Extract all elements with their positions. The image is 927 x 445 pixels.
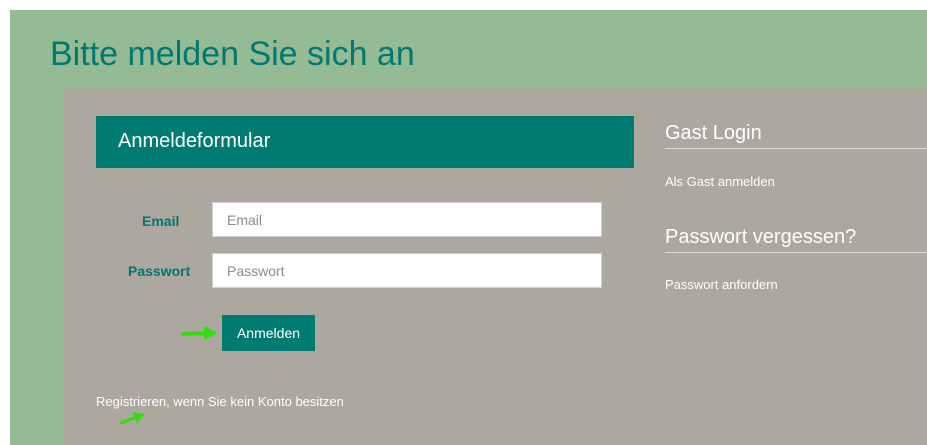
- guest-login-link[interactable]: Als Gast anmelden: [665, 174, 775, 189]
- guest-login-divider: [665, 148, 927, 149]
- forgot-password-heading: Passwort vergessen?: [665, 226, 857, 248]
- forgot-password-divider: [665, 252, 927, 253]
- content-panel: Anmeldeformular Email Passwort Anmelden …: [64, 87, 927, 445]
- password-label: Passwort: [128, 263, 191, 279]
- login-form-header: Anmeldeformular: [96, 116, 634, 168]
- login-button[interactable]: Anmelden: [222, 315, 315, 351]
- page-title: Bitte melden Sie sich an: [50, 35, 415, 73]
- green-arrow-icon: [119, 412, 145, 425]
- login-form-title: Anmeldeformular: [118, 130, 271, 152]
- password-input[interactable]: [212, 253, 602, 288]
- register-link[interactable]: Registrieren, wenn Sie kein Konto besitz…: [96, 394, 344, 409]
- email-input[interactable]: [212, 202, 602, 237]
- request-password-link[interactable]: Passwort anfordern: [665, 277, 778, 292]
- green-arrow-icon: [181, 326, 218, 340]
- email-label: Email: [142, 213, 180, 229]
- guest-login-heading: Gast Login: [665, 122, 762, 144]
